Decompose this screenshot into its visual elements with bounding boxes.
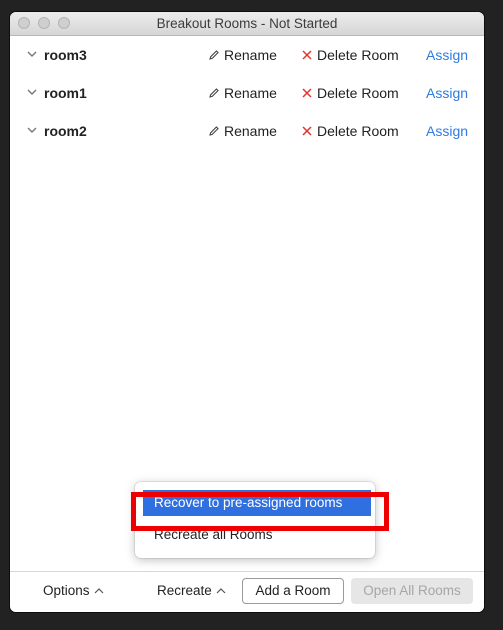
delete-room-label: Delete Room: [317, 47, 399, 63]
recreate-label: Recreate: [157, 583, 212, 598]
window-controls: [18, 17, 70, 29]
room-name: room3: [44, 47, 87, 63]
rename-label: Rename: [224, 85, 277, 101]
close-icon: [302, 50, 312, 60]
chevron-up-icon: [216, 587, 226, 593]
assign-link[interactable]: Assign: [426, 47, 468, 63]
menu-item-recover-pre-assigned[interactable]: Recover to pre-assigned rooms: [143, 490, 371, 516]
pencil-icon: [209, 88, 219, 98]
rename-label: Rename: [224, 123, 277, 139]
room-row: room2 Rename Delete Room Assign: [10, 112, 484, 150]
rename-button[interactable]: Rename: [208, 123, 277, 139]
rename-button[interactable]: Rename: [208, 85, 277, 101]
room-list: room3 Rename Delete Room Assign room1 Re…: [10, 36, 484, 150]
close-window-button[interactable]: [18, 17, 30, 29]
add-room-button[interactable]: Add a Room: [242, 578, 344, 604]
chevron-up-icon: [94, 587, 103, 593]
room-row: room3 Rename Delete Room Assign: [10, 36, 484, 74]
delete-room-button[interactable]: Delete Room: [301, 123, 399, 139]
pencil-icon: [209, 126, 219, 136]
window-title: Breakout Rooms - Not Started: [156, 16, 338, 31]
assign-link[interactable]: Assign: [426, 123, 468, 139]
bottom-toolbar: Options Recreate Add a Room Open All Roo…: [10, 571, 484, 612]
room-name: room1: [44, 85, 87, 101]
rename-button[interactable]: Rename: [208, 47, 277, 63]
rename-label: Rename: [224, 47, 277, 63]
room-name: room2: [44, 123, 87, 139]
delete-room-button[interactable]: Delete Room: [301, 85, 399, 101]
chevron-down-icon[interactable]: [26, 85, 38, 99]
pencil-icon: [209, 50, 219, 60]
assign-link[interactable]: Assign: [426, 85, 468, 101]
close-icon: [302, 88, 312, 98]
title-bar: Breakout Rooms - Not Started: [10, 12, 484, 36]
chevron-down-icon[interactable]: [26, 123, 38, 137]
delete-room-label: Delete Room: [317, 123, 399, 139]
recreate-menu: Recover to pre-assigned rooms Recreate a…: [135, 482, 375, 558]
delete-room-button[interactable]: Delete Room: [301, 47, 399, 63]
recreate-button[interactable]: Recreate: [157, 583, 227, 598]
chevron-down-icon[interactable]: [26, 47, 38, 61]
open-all-rooms-button[interactable]: Open All Rooms: [351, 578, 473, 604]
options-button[interactable]: Options: [43, 583, 105, 598]
options-label: Options: [43, 583, 90, 598]
menu-item-recreate-all[interactable]: Recreate all Rooms: [143, 522, 371, 548]
delete-room-label: Delete Room: [317, 85, 399, 101]
close-icon: [302, 126, 312, 136]
minimize-window-button[interactable]: [38, 17, 50, 29]
room-row: room1 Rename Delete Room Assign: [10, 74, 484, 112]
zoom-window-button[interactable]: [58, 17, 70, 29]
